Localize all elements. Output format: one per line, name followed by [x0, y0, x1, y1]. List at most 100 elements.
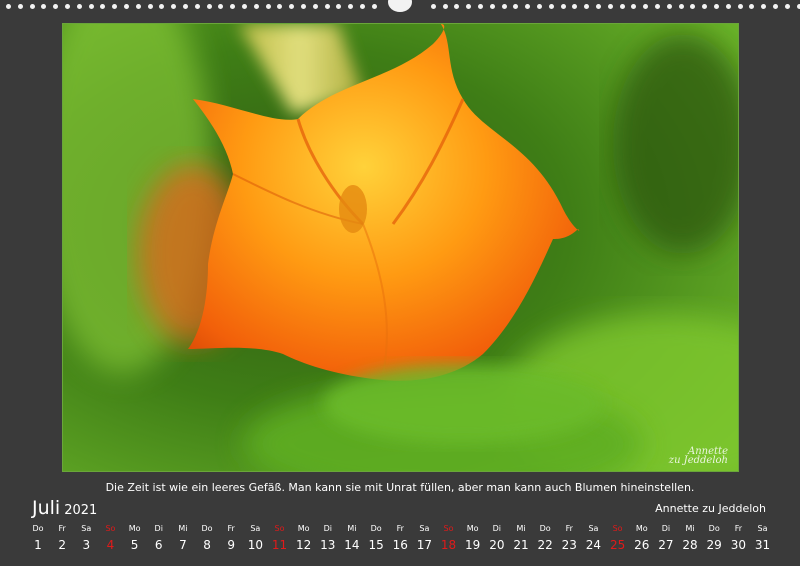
- weekday-label: Fr: [396, 524, 404, 533]
- binding-hole: [761, 4, 767, 9]
- day-cell: Mo 19: [461, 521, 485, 553]
- weekday-label: Di: [154, 524, 163, 533]
- binding-hole: [194, 4, 200, 9]
- binding-hole: [501, 4, 507, 9]
- binding-hole: [525, 4, 531, 9]
- binding-hole: [596, 4, 601, 9]
- weekday-label: Di: [661, 524, 671, 533]
- weekday-label: Do: [370, 524, 382, 533]
- day-cell: Di 6: [147, 521, 171, 553]
- day-cell: Mi 28: [678, 521, 702, 553]
- day-number: 12: [296, 538, 312, 552]
- weekday-label: Mo: [466, 524, 479, 533]
- day-cell: Fr 23: [557, 521, 581, 553]
- weekday-label: Do: [708, 524, 720, 533]
- binding-hole: [725, 4, 731, 9]
- binding-hole: [619, 4, 625, 9]
- binding-hole: [6, 4, 11, 9]
- day-number: 25: [609, 538, 626, 552]
- day-cell: Fr 30: [726, 521, 750, 553]
- day-cell: Do 29: [702, 521, 726, 553]
- weekday-label: Fr: [565, 524, 573, 533]
- weekday-label: Fr: [734, 524, 742, 533]
- binding-hole: [218, 4, 224, 9]
- day-number: 3: [82, 538, 91, 552]
- weekday-label: Do: [32, 524, 44, 533]
- year-label: 2021: [64, 503, 98, 518]
- binding-hole: [371, 4, 377, 9]
- weekday-label: Di: [323, 524, 332, 533]
- day-number: 9: [227, 538, 235, 552]
- day-cell: Sa 31: [751, 521, 775, 553]
- binding-hole: [265, 4, 271, 9]
- day-cell: Do 8: [195, 521, 219, 553]
- binding-hole: [572, 4, 578, 9]
- day-number: 31: [754, 538, 771, 552]
- binding-hole: [489, 4, 495, 9]
- binding-hole: [737, 4, 743, 9]
- weekday-label: Sa: [250, 524, 261, 533]
- binding-hole: [112, 4, 118, 9]
- binding-hole: [690, 4, 696, 9]
- day-cell: Fr 2: [50, 521, 74, 553]
- weekday-label: So: [105, 524, 116, 533]
- binding-hole: [301, 4, 306, 9]
- binding-hole: [100, 4, 106, 9]
- day-number: 8: [203, 538, 211, 552]
- day-cell: So 25: [606, 521, 630, 553]
- weekday-label: Do: [539, 524, 551, 533]
- signature-line-2: zu Jeddeloh: [668, 455, 728, 466]
- weekday-label: Di: [492, 524, 502, 533]
- binding-hole: [749, 4, 755, 9]
- day-number: 24: [585, 538, 602, 552]
- day-number: 28: [682, 538, 698, 552]
- weekday-label: Mi: [347, 524, 357, 533]
- day-cell: Do 22: [533, 521, 557, 553]
- day-number: 16: [392, 538, 408, 552]
- binding-hole: [360, 4, 365, 9]
- day-cell: Mo 5: [123, 521, 147, 553]
- weekday-label: So: [274, 524, 285, 533]
- day-cell: So 4: [98, 521, 122, 553]
- day-number: 22: [537, 538, 553, 552]
- day-number: 14: [344, 538, 360, 552]
- binding-hole: [655, 4, 660, 9]
- photographer-signature: Annette zu Jeddeloh: [668, 447, 728, 466]
- day-number: 10: [247, 538, 263, 552]
- day-cell: Mi 21: [509, 521, 533, 553]
- weekday-label: Mi: [685, 524, 695, 533]
- day-cell: Di 13: [316, 521, 340, 553]
- weekday-label: So: [443, 524, 454, 533]
- day-number: 2: [58, 538, 66, 552]
- binding-hole: [702, 4, 708, 9]
- day-number: 5: [130, 538, 139, 552]
- binding-hole: [124, 4, 129, 9]
- binding-hole: [714, 4, 719, 9]
- binding-hole: [796, 4, 800, 9]
- weekday-label: Sa: [588, 524, 599, 533]
- binding-hole: [584, 4, 590, 9]
- day-number: 20: [489, 538, 505, 552]
- binding-hole: [17, 4, 23, 9]
- binding-hole: [289, 4, 295, 9]
- weekday-label: So: [612, 524, 623, 533]
- binding-hole: [147, 4, 153, 9]
- binding-hole: [537, 4, 542, 9]
- binding-hole: [159, 4, 165, 9]
- binding-hole: [29, 4, 35, 9]
- day-number: 4: [106, 538, 115, 552]
- binding-hole: [135, 4, 141, 9]
- flower-photo: Annette zu Jeddeloh: [62, 23, 739, 472]
- day-number: 7: [179, 538, 187, 552]
- binding-hole: [560, 4, 566, 9]
- binding-hole: [88, 4, 94, 9]
- binding-hole: [607, 4, 613, 9]
- binding-hole: [666, 4, 672, 9]
- day-number: 15: [368, 538, 384, 552]
- weekday-label: Mi: [178, 524, 188, 533]
- day-cell: Mo 26: [630, 521, 654, 553]
- day-cell: So 11: [268, 521, 292, 553]
- binding-hole: [548, 4, 554, 9]
- day-cell: Mo 12: [292, 521, 316, 553]
- binding-hole: [242, 4, 247, 9]
